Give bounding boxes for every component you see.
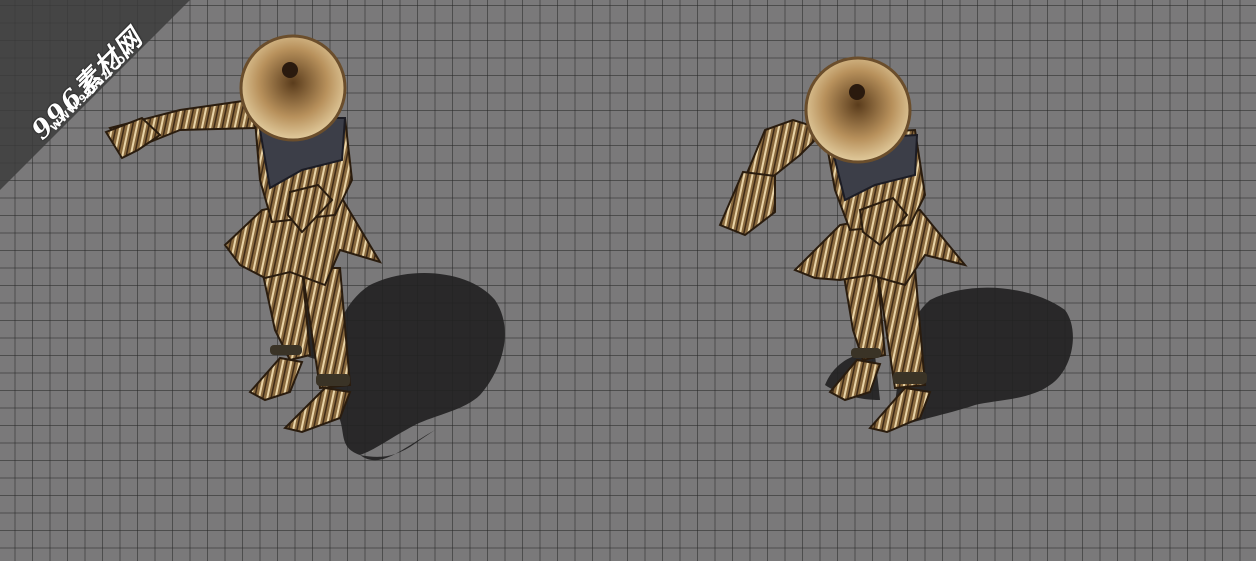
creature-hand-left — [718, 170, 776, 237]
creature-foot-left — [248, 356, 304, 402]
straw-creature-sprite — [718, 56, 1073, 434]
creature-head — [804, 56, 912, 164]
creature-foot-right — [283, 386, 352, 434]
creature-head — [239, 34, 347, 142]
straw-creature-sprite — [104, 34, 505, 461]
creature-leg-right — [875, 267, 927, 390]
game-viewport: 996素材网 WWW.996n2.COM — [0, 0, 1256, 561]
